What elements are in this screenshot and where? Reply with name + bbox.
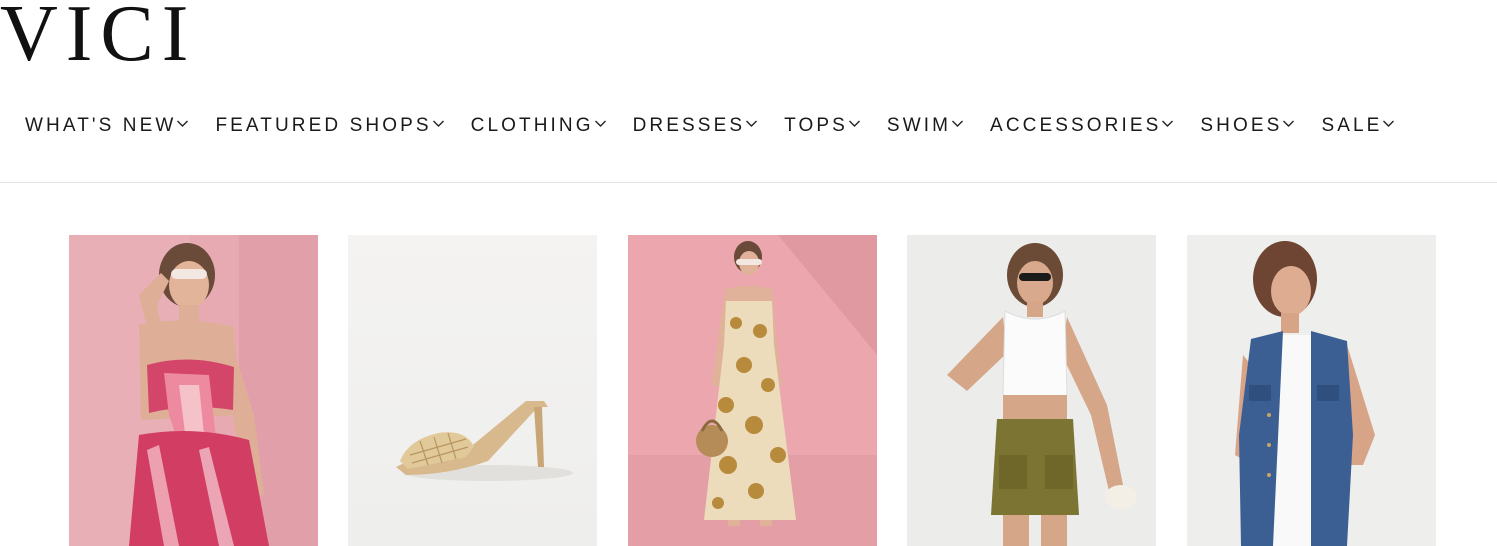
chevron-down-icon bbox=[1161, 119, 1174, 128]
nav-item-label: CLOTHING bbox=[470, 115, 594, 136]
nav-item-accessories[interactable]: ACCESSORIES bbox=[990, 115, 1174, 137]
chevron-down-icon bbox=[594, 119, 607, 128]
chevron-down-icon bbox=[745, 119, 758, 128]
product-card[interactable] bbox=[907, 235, 1156, 546]
nav-item-label: WHAT'S NEW bbox=[25, 115, 177, 136]
nav-item-sale[interactable]: SALE bbox=[1321, 115, 1395, 137]
chevron-down-icon bbox=[951, 119, 964, 128]
product-card[interactable] bbox=[348, 235, 597, 546]
product-card[interactable] bbox=[628, 235, 877, 546]
chevron-down-icon bbox=[1382, 119, 1395, 128]
nav-item-label: TOPS bbox=[784, 115, 848, 136]
nav-item-label: DRESSES bbox=[632, 115, 746, 136]
main-nav: WHAT'S NEW FEATURED SHOPS CLOTHING DRESS… bbox=[25, 112, 1395, 140]
nav-item-label: SHOES bbox=[1200, 115, 1283, 136]
nav-item-label: SALE bbox=[1321, 115, 1383, 136]
brand-logo[interactable]: VICI bbox=[0, 0, 196, 74]
product-image-floral-maxi bbox=[628, 235, 877, 546]
nav-item-swim[interactable]: SWIM bbox=[887, 115, 964, 137]
nav-item-tops[interactable]: TOPS bbox=[784, 115, 861, 137]
nav-item-shoes[interactable]: SHOES bbox=[1200, 115, 1295, 137]
product-card[interactable] bbox=[69, 235, 318, 546]
product-card[interactable] bbox=[1187, 235, 1436, 546]
nav-item-whats-new[interactable]: WHAT'S NEW bbox=[25, 115, 189, 137]
chevron-down-icon bbox=[432, 119, 445, 128]
chevron-down-icon bbox=[176, 119, 189, 128]
product-image-crop-top-skort bbox=[907, 235, 1156, 546]
nav-item-dresses[interactable]: DRESSES bbox=[633, 115, 759, 137]
chevron-down-icon bbox=[1282, 119, 1295, 128]
nav-item-featured-shops[interactable]: FEATURED SHOPS bbox=[215, 115, 444, 137]
nav-item-label: SWIM bbox=[886, 115, 952, 136]
product-image-tie-dye-set bbox=[69, 235, 318, 546]
nav-item-label: ACCESSORIES bbox=[990, 115, 1162, 136]
nav-item-clothing[interactable]: CLOTHING bbox=[471, 115, 607, 137]
nav-item-label: FEATURED SHOPS bbox=[215, 115, 432, 136]
header-divider bbox=[0, 182, 1497, 183]
chevron-down-icon bbox=[848, 119, 861, 128]
product-image-denim-vest bbox=[1187, 235, 1436, 546]
product-image-woven-mule bbox=[348, 235, 597, 546]
